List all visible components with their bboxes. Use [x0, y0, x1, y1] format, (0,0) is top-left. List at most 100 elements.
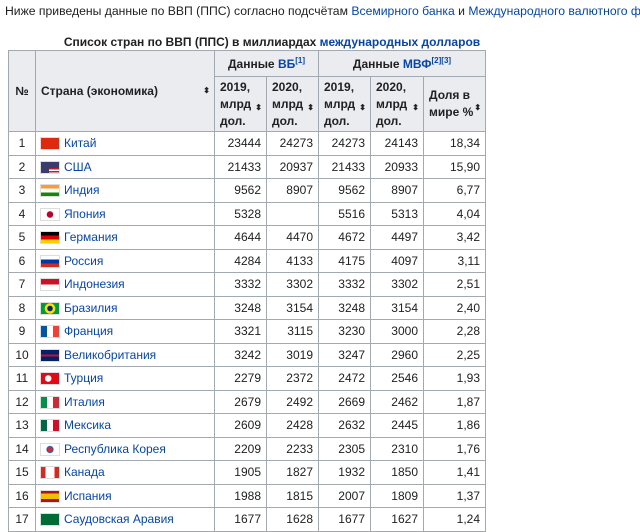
- sort-icon[interactable]: ⬍: [474, 99, 481, 116]
- flag-korea-icon: [40, 442, 60, 456]
- wb-2020-cell: 2372: [266, 366, 319, 391]
- flag-china-icon: [40, 137, 60, 151]
- country-link[interactable]: Китай: [64, 136, 96, 150]
- rank-cell: 4: [8, 201, 36, 226]
- country-cell: Турция: [35, 366, 215, 391]
- table-row: 2 США 21433 20937 21433 20933 15,90: [8, 154, 487, 179]
- header-country[interactable]: Страна (экономика) ⬍: [35, 50, 215, 132]
- header-wb-text: Данные: [227, 57, 278, 71]
- imf-2019-cell: 2632: [318, 413, 371, 438]
- rank-cell: 11: [8, 366, 36, 391]
- imf-link[interactable]: Международного валютного фонда: [468, 4, 640, 18]
- imf-ref-link[interactable]: [2][3]: [432, 56, 452, 65]
- country-link[interactable]: США: [64, 160, 92, 174]
- share-cell: 3,42: [422, 225, 487, 250]
- sort-icon[interactable]: ⬍: [255, 99, 262, 116]
- imf-2019-cell: 4672: [318, 225, 371, 250]
- flag-india-icon: [40, 184, 60, 198]
- country-link[interactable]: Саудовская Аравия: [64, 512, 174, 526]
- wb-2019-cell: 5328: [214, 201, 267, 226]
- country-link[interactable]: Италия: [64, 395, 105, 409]
- table-row: 9 Франция 3321 3115 3230 3000 2,28: [8, 319, 487, 344]
- country-link[interactable]: Канада: [64, 465, 105, 479]
- header-imf-group: Данные МВФ[2][3]: [317, 50, 487, 77]
- rank-cell: 6: [8, 248, 36, 273]
- sort-icon[interactable]: ⬍: [412, 99, 419, 116]
- header-imf-2020[interactable]: 2020, млрд дол. ⬍: [370, 76, 424, 132]
- header-wb-2019[interactable]: 2019, млрд дол. ⬍: [214, 76, 267, 132]
- flag-germany-icon: [40, 231, 60, 245]
- wb-2020-cell: 2492: [266, 389, 319, 414]
- rank-cell: 1: [8, 131, 36, 156]
- header-wb-2019-label: 2019, млрд дол.: [220, 79, 252, 128]
- country-link[interactable]: Мексика: [64, 418, 111, 432]
- imf-2020-cell: 3302: [370, 272, 424, 297]
- flag-uk-icon: [40, 348, 60, 362]
- header-wb-2020-label: 2020, млрд дол.: [272, 79, 304, 128]
- table-row: 5 Германия 4644 4470 4672 4497 3,42: [8, 225, 487, 250]
- share-cell: 6,77: [422, 178, 487, 203]
- intl-dollars-link[interactable]: международных долларов: [320, 35, 481, 49]
- world-bank-link[interactable]: Всемирного банка: [351, 4, 454, 18]
- wb-2020-cell: 3302: [266, 272, 319, 297]
- flag-usa-icon: [40, 160, 60, 174]
- gdp-table: № Страна (экономика) ⬍ Данные ВБ[1] Данны…: [8, 50, 487, 532]
- table-row: 3 Индия 9562 8907 9562 8907 6,77: [8, 178, 487, 203]
- wb-2019-cell: 2609: [214, 413, 267, 438]
- table-row: 17 Саудовская Аравия 1677 1628 1677 1627 1,24: [8, 507, 487, 532]
- rank-cell: 3: [8, 178, 36, 203]
- country-link[interactable]: Турция: [64, 371, 103, 385]
- share-cell: 18,34: [422, 131, 487, 156]
- wb-link[interactable]: ВБ: [278, 57, 295, 71]
- header-share-label: Доля в мире %: [429, 88, 474, 119]
- wb-2020-cell: 4470: [266, 225, 319, 250]
- wb-2019-cell: 3242: [214, 342, 267, 367]
- wb-2019-cell: 2279: [214, 366, 267, 391]
- imf-2019-cell: 3247: [318, 342, 371, 367]
- header-rank[interactable]: №: [8, 50, 36, 132]
- imf-2020-cell: 1850: [370, 460, 424, 485]
- wb-2020-cell: 1628: [266, 507, 319, 532]
- country-cell: Индонезия: [35, 272, 215, 297]
- country-link[interactable]: Германия: [64, 230, 118, 244]
- flag-italy-icon: [40, 395, 60, 409]
- imf-abbr-link[interactable]: МВФ: [403, 57, 432, 71]
- country-link[interactable]: Франция: [64, 324, 113, 338]
- sort-icon[interactable]: ⬍: [307, 99, 314, 116]
- table-row: 6 Россия 4284 4133 4175 4097 3,11: [8, 248, 487, 273]
- imf-2020-cell: 1627: [370, 507, 424, 532]
- caption-text: Список стран по ВВП (ППС) в миллиардах: [63, 35, 320, 49]
- table-row: 1 Китай 23444 24273 24273 24143 18,34: [8, 131, 487, 156]
- imf-2019-cell: 3332: [318, 272, 371, 297]
- imf-2020-cell: 4097: [370, 248, 424, 273]
- share-cell: 2,28: [422, 319, 487, 344]
- country-link[interactable]: Япония: [64, 207, 106, 221]
- rank-cell: 2: [8, 154, 36, 179]
- wb-2020-cell: 8907: [266, 178, 319, 203]
- imf-2020-cell: 2445: [370, 413, 424, 438]
- header-imf-2019[interactable]: 2019, млрд дол. ⬍: [318, 76, 371, 132]
- imf-2020-cell: 5313: [370, 201, 424, 226]
- country-link[interactable]: Испания: [64, 489, 112, 503]
- sort-icon[interactable]: ⬍: [203, 86, 210, 95]
- share-cell: 1,87: [422, 389, 487, 414]
- country-link[interactable]: Великобритания: [64, 348, 156, 362]
- imf-2020-cell: 20933: [370, 154, 424, 179]
- country-link[interactable]: Республика Корея: [64, 442, 166, 456]
- imf-2019-cell: 1677: [318, 507, 371, 532]
- share-cell: 1,24: [422, 507, 487, 532]
- country-cell: Франция: [35, 319, 215, 344]
- country-link[interactable]: Бразилия: [64, 301, 118, 315]
- wb-2020-cell: 3019: [266, 342, 319, 367]
- header-wb-2020[interactable]: 2020, млрд дол. ⬍: [266, 76, 319, 132]
- country-link[interactable]: Индонезия: [64, 277, 125, 291]
- wb-ref-link[interactable]: [1]: [295, 56, 305, 65]
- country-cell: Италия: [35, 389, 215, 414]
- header-share[interactable]: Доля в мире % ⬍: [422, 76, 487, 132]
- country-link[interactable]: Индия: [64, 183, 99, 197]
- imf-2020-cell: 24143: [370, 131, 424, 156]
- rank-cell: 16: [8, 483, 36, 508]
- sort-icon[interactable]: ⬍: [359, 99, 366, 116]
- country-link[interactable]: Россия: [64, 254, 103, 268]
- wb-2019-cell: 9562: [214, 178, 267, 203]
